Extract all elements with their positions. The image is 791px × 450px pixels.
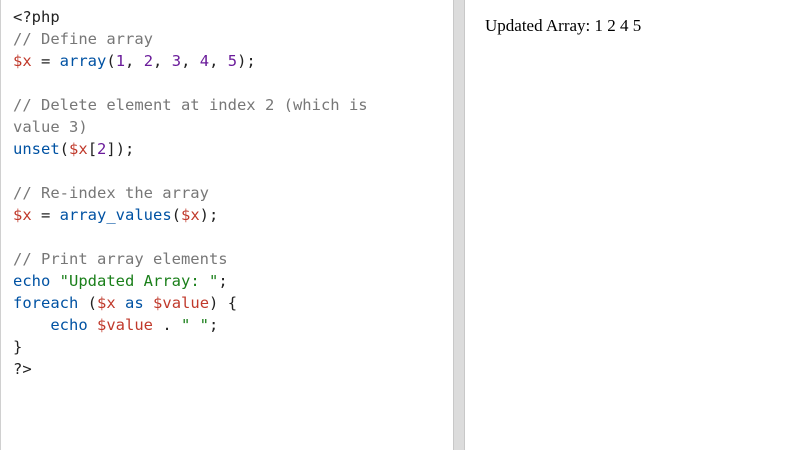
code-token: array_values — [59, 206, 172, 224]
code-token: ); — [199, 206, 219, 224]
code-token: <?php — [13, 8, 60, 26]
code-line: unset($x[2]); — [13, 138, 368, 160]
code-token: ); — [237, 52, 256, 70]
code-line: echo $value . " "; — [13, 314, 368, 336]
code-token: , — [153, 52, 172, 70]
code-line: $x = array_values($x); — [13, 204, 368, 226]
code-token: $x — [181, 206, 200, 224]
code-token: ( — [106, 52, 116, 70]
code-token: , — [125, 52, 144, 70]
code-token: "Updated Array: " — [59, 272, 219, 290]
code-token: ; — [209, 316, 219, 334]
code-line: value 3) — [13, 116, 368, 138]
code-line: // Print array elements — [13, 248, 368, 270]
code-token: ]); — [106, 140, 135, 158]
code-line: // Delete element at index 2 (which is — [13, 94, 368, 116]
code-line: ?> — [13, 358, 368, 380]
code-token: // Print array elements — [13, 250, 228, 268]
code-token: 2 — [143, 52, 154, 70]
code-token: echo — [13, 272, 51, 290]
code-token: $x — [13, 206, 32, 224]
code-line: <?php — [13, 6, 368, 28]
code-token: foreach — [13, 294, 79, 312]
code-token: ( — [78, 294, 97, 312]
code-token: ?> — [13, 360, 32, 378]
code-token: as — [125, 294, 144, 312]
code-token: ) { — [209, 294, 238, 312]
code-line: echo "Updated Array: "; — [13, 270, 368, 292]
code-line: // Re-index the array — [13, 182, 368, 204]
code-token: // Re-index the array — [13, 184, 209, 202]
code-token: [ — [87, 140, 98, 158]
code-token: ; — [218, 272, 228, 290]
code-token: ( — [171, 206, 181, 224]
code-token: array — [59, 52, 107, 70]
code-token: } — [13, 338, 23, 356]
output-text: Updated Array: 1 2 4 5 — [485, 16, 642, 35]
code-token: = — [31, 52, 60, 70]
code-token: . — [153, 316, 181, 334]
code-token: $value — [97, 316, 153, 334]
code-token: 5 — [227, 52, 238, 70]
code-playground: <?php // Define array $x = array(1, 2, 3, … — [0, 0, 791, 450]
code-token: 3 — [171, 52, 182, 70]
code-token: $x — [69, 140, 88, 158]
code-token: unset — [13, 140, 60, 158]
code-line: } — [13, 336, 368, 358]
code-token: value 3) — [13, 118, 88, 136]
code-token: // Define array — [13, 30, 153, 48]
code-token: $x — [97, 294, 116, 312]
code-token: 1 — [115, 52, 126, 70]
code-token: $x — [13, 52, 32, 70]
code-token: 4 — [199, 52, 210, 70]
pane-splitter[interactable] — [453, 0, 465, 450]
output-pane: Updated Array: 1 2 4 5 — [465, 0, 791, 450]
code-token: ( — [59, 140, 70, 158]
code-line: // Define array — [13, 28, 368, 50]
code-token: // Delete element at index 2 (which is — [13, 96, 368, 114]
code-token: $value — [153, 294, 210, 312]
code-token: 2 — [97, 140, 107, 158]
code-token: , — [181, 52, 200, 70]
code-token: " " — [181, 316, 209, 334]
code-token: = — [31, 206, 60, 224]
code-content[interactable]: <?php // Define array $x = array(1, 2, 3, … — [13, 6, 368, 380]
code-token: echo — [50, 316, 88, 334]
code-line: foreach ($x as $value) { — [13, 292, 368, 314]
code-token: , — [209, 52, 228, 70]
code-line: $x = array(1, 2, 3, 4, 5); — [13, 50, 368, 72]
code-editor[interactable]: <?php // Define array $x = array(1, 2, 3, … — [0, 0, 453, 450]
